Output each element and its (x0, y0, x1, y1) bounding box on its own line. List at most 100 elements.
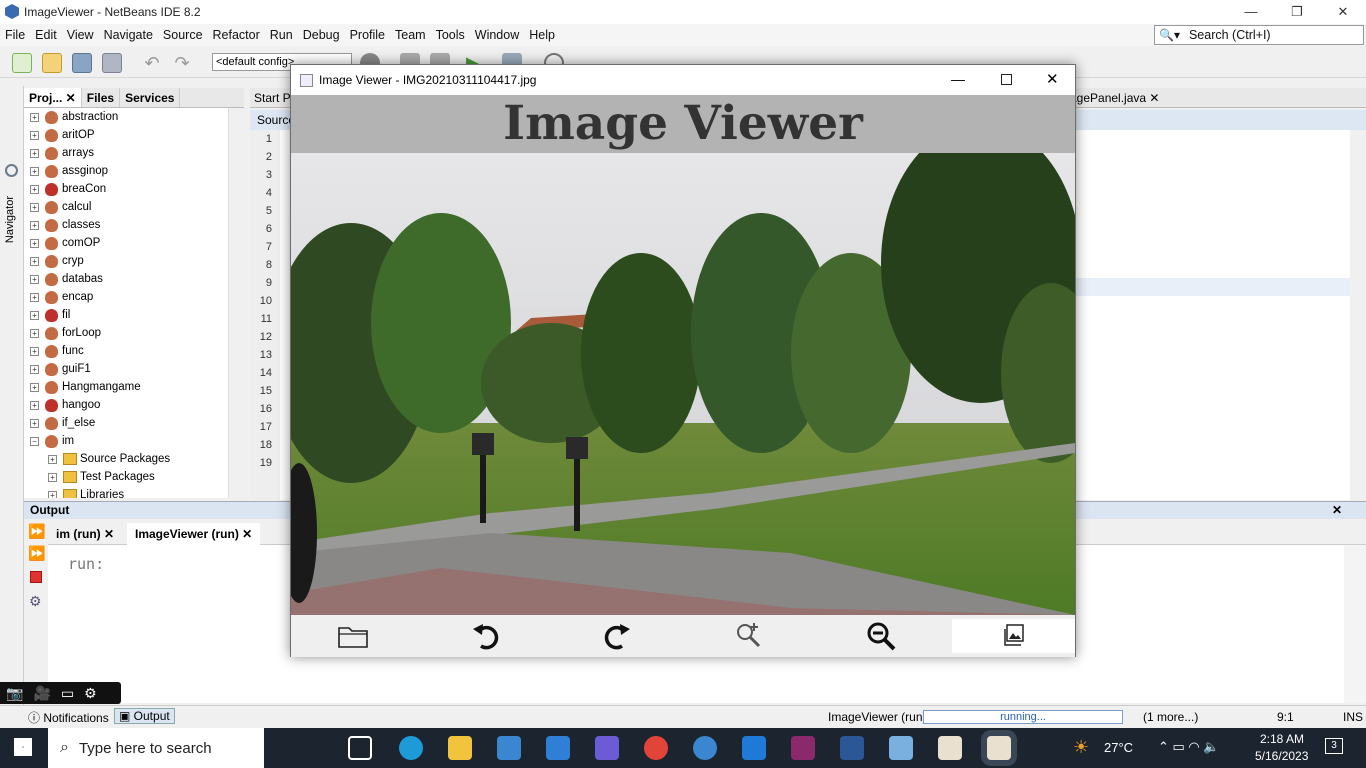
tab-services[interactable]: Services (120, 88, 181, 107)
menu-navigate[interactable]: Navigate (99, 28, 158, 42)
output-close-icon[interactable]: ✕ (1332, 502, 1342, 519)
tree-item[interactable]: + cryp (24, 252, 244, 270)
menu-view[interactable]: View (62, 28, 99, 42)
menu-run[interactable]: Run (265, 28, 298, 42)
tree-item[interactable]: + arrays (24, 144, 244, 162)
iv-close-button[interactable]: ✕ (1046, 70, 1059, 88)
expand-icon[interactable]: + (30, 256, 39, 266)
tree-item[interactable]: + assginop (24, 162, 244, 180)
notifications-item[interactable]: ⓘ Notifications (28, 709, 109, 726)
tab-projects[interactable]: Proj... ✕ (24, 88, 82, 107)
expand-icon[interactable]: + (30, 130, 39, 140)
output-scrollbar[interactable] (1344, 545, 1366, 703)
tray-icons[interactable]: ⌃ ▭ ◠ 🔈 (1158, 739, 1220, 755)
tab-imageviewer-run[interactable]: ImageViewer (run) ✕ (127, 523, 261, 545)
java-active-icon[interactable] (987, 736, 1011, 760)
expand-icon[interactable]: + (30, 382, 39, 392)
tree-item[interactable]: + encap (24, 288, 244, 306)
search-input[interactable]: 🔍▾ Search (Ctrl+I) (1154, 25, 1364, 45)
expand-icon[interactable]: + (30, 310, 39, 320)
expand-icon[interactable]: + (30, 238, 39, 248)
windows-start-icon[interactable] (14, 738, 32, 756)
close-button[interactable]: ✕ (1320, 0, 1366, 24)
menu-team[interactable]: Team (390, 28, 431, 42)
store-icon[interactable] (497, 736, 521, 760)
zoom-in-button[interactable] (717, 619, 781, 653)
expand-icon[interactable]: + (30, 292, 39, 302)
tab-files[interactable]: Files (82, 88, 121, 107)
menu-help[interactable]: Help (524, 28, 560, 42)
expand-icon[interactable]: + (30, 418, 39, 428)
tree-subitem[interactable]: + Test Packages (24, 468, 244, 486)
tree-item[interactable]: + databas (24, 270, 244, 288)
tree-item[interactable]: + guiF1 (24, 360, 244, 378)
mail-icon[interactable] (546, 736, 570, 760)
menu-profile[interactable]: Profile (345, 28, 390, 42)
redo-icon[interactable]: ↷ (172, 53, 192, 73)
expand-icon[interactable]: + (48, 472, 57, 482)
expand-icon[interactable]: + (30, 364, 39, 374)
new-file-icon[interactable] (12, 53, 32, 73)
tree-scrollbar[interactable] (228, 108, 244, 498)
taskbar-search[interactable]: ⌕ Type here to search (48, 728, 264, 768)
expand-icon[interactable]: + (30, 400, 39, 410)
qbittorrent-icon[interactable] (693, 736, 717, 760)
menu-debug[interactable]: Debug (298, 28, 345, 42)
menu-window[interactable]: Window (470, 28, 524, 42)
tree-subitem[interactable]: + Libraries (24, 486, 244, 498)
tree-item[interactable]: + forLoop (24, 324, 244, 342)
tab-im-run[interactable]: im (run) ✕ (48, 523, 122, 545)
tab-start-page[interactable]: Start P (254, 91, 291, 105)
tree-item[interactable]: + abstraction (24, 108, 244, 126)
tree-item[interactable]: + classes (24, 216, 244, 234)
window-icon[interactable]: ▭ (61, 685, 74, 702)
tree-item[interactable]: + comOP (24, 234, 244, 252)
tree-item[interactable]: + Hangmangame (24, 378, 244, 396)
iv-maximize-button[interactable] (1001, 74, 1012, 85)
menu-edit[interactable]: Edit (30, 28, 62, 42)
save-all-icon[interactable] (102, 53, 122, 73)
open-folder-button[interactable] (321, 619, 385, 653)
restore-button[interactable]: ❐ (1274, 0, 1320, 24)
camera-icon[interactable]: 📷 (6, 685, 23, 702)
undo-icon[interactable]: ↶ (142, 53, 162, 73)
rerun-params-icon[interactable]: ⏩ (28, 545, 45, 562)
tree-item[interactable]: − im (24, 432, 244, 450)
expand-icon[interactable]: + (30, 346, 39, 356)
tree-item[interactable]: + breaCon (24, 180, 244, 198)
menu-tools[interactable]: Tools (431, 28, 470, 42)
virtualbox-icon[interactable] (889, 736, 913, 760)
file-explorer-icon[interactable] (448, 736, 472, 760)
expand-icon[interactable]: + (30, 112, 39, 122)
clock-date[interactable]: 5/16/2023 (1255, 749, 1308, 763)
rotate-right-button[interactable] (585, 619, 649, 653)
gear-icon[interactable]: ⚙ (84, 685, 97, 702)
tree-item[interactable]: + if_else (24, 414, 244, 432)
iv-minimize-button[interactable]: — (951, 71, 965, 87)
expand-icon[interactable]: − (30, 436, 39, 446)
navigator-tab[interactable]: Navigator (4, 196, 16, 243)
weather-temp[interactable]: 27°C (1104, 740, 1133, 755)
minimize-button[interactable]: — (1228, 0, 1274, 24)
zoom-out-button[interactable] (849, 619, 913, 653)
tree-item[interactable]: + aritOP (24, 126, 244, 144)
expand-icon[interactable]: + (30, 202, 39, 212)
expand-icon[interactable]: + (48, 454, 57, 464)
task-view-icon[interactable] (348, 736, 372, 760)
rerun-icon[interactable]: ⏩ (28, 523, 45, 540)
new-project-icon[interactable] (42, 53, 62, 73)
rotate-left-button[interactable] (454, 619, 518, 653)
settings-icon[interactable]: ⚙ (29, 593, 42, 610)
output-item[interactable]: ▣ Output (114, 708, 175, 724)
tab-image-panel[interactable]: agePanel.java ✕ (1070, 91, 1159, 105)
java-icon[interactable] (938, 736, 962, 760)
clock-time[interactable]: 2:18 AM (1260, 732, 1304, 746)
expand-icon[interactable]: + (30, 184, 39, 194)
expand-icon[interactable]: + (30, 220, 39, 230)
tree-item[interactable]: + hangoo (24, 396, 244, 414)
expand-icon[interactable]: + (30, 166, 39, 176)
more-tasks[interactable]: (1 more...) (1143, 710, 1198, 724)
notification-icon[interactable]: 3 (1325, 738, 1343, 754)
expand-icon[interactable]: + (30, 148, 39, 158)
menu-source[interactable]: Source (158, 28, 208, 42)
